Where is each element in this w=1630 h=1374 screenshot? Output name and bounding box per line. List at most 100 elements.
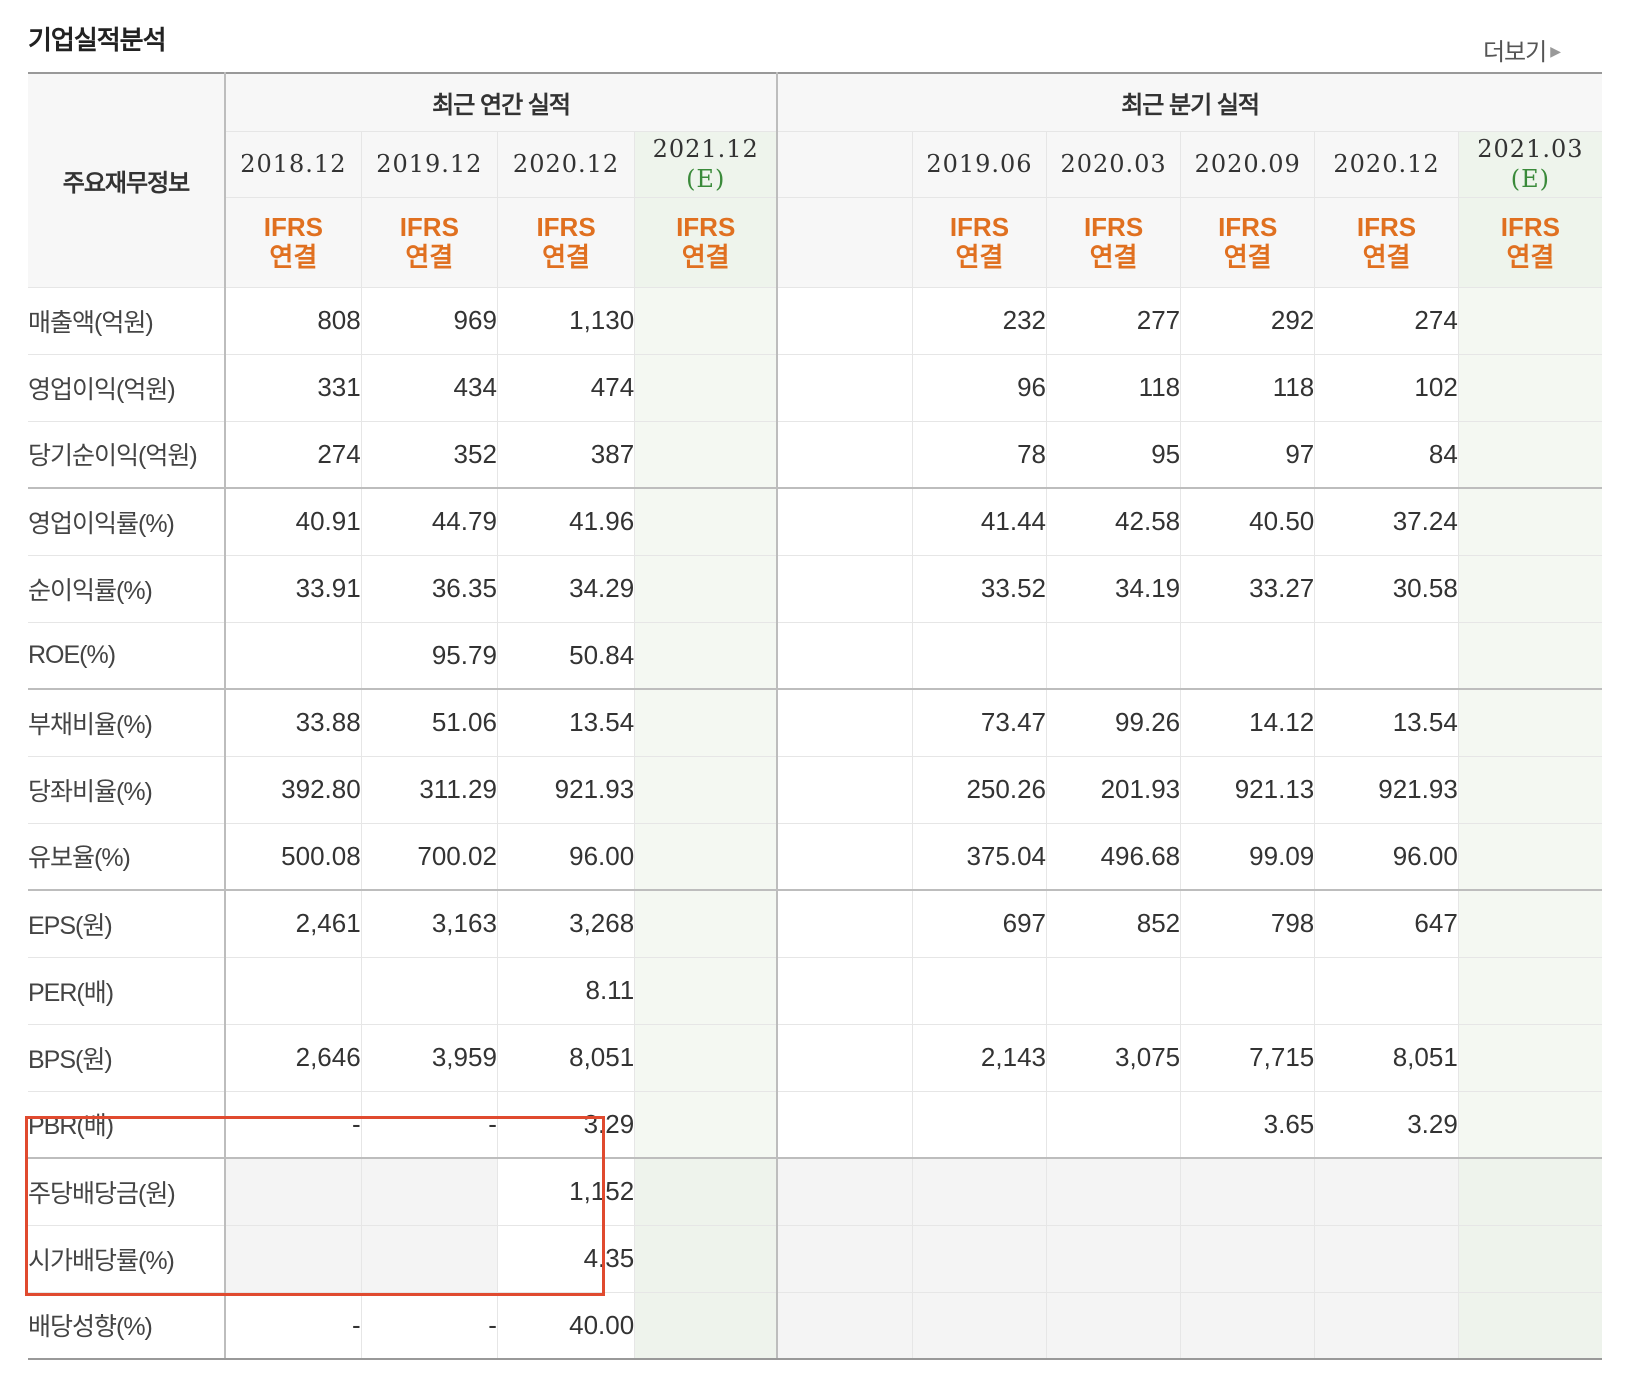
quarter-ifrs-header: IFRS 연결 [912, 197, 1048, 288]
more-link[interactable]: 더보기 ▶ [1482, 32, 1561, 67]
quarter-value-cell: 852 [1046, 890, 1182, 958]
quarter-value-cell [912, 622, 1048, 690]
quarter-value-cell [912, 957, 1048, 1025]
quarter-value-cell [777, 890, 913, 958]
annual-value-cell: 434 [361, 354, 498, 422]
row-label: PER(배) [28, 957, 226, 1025]
quarter-value-cell [1046, 622, 1182, 690]
quarter-value-cell [1180, 1292, 1316, 1360]
period-label: 2020.03 [1060, 150, 1167, 178]
quarter-period-header: 2020.12 [1314, 131, 1459, 198]
quarter-value-cell [1458, 421, 1602, 489]
ifrs-label: IFRS [1500, 212, 1561, 242]
period-label: 2020.12 [512, 150, 620, 178]
quarter-value-cell [1458, 756, 1602, 824]
table-row: ROE(%) 95.79 50.84 [28, 622, 1602, 690]
row-label: BPS(원) [28, 1024, 226, 1092]
annual-value-cell: 40.00 [497, 1292, 636, 1360]
period-label: 2019.06 [926, 150, 1033, 178]
quarter-value-cell: 201.93 [1046, 756, 1182, 824]
annual-value-cell [224, 1225, 362, 1293]
annual-group-header: 최근 연간 실적 [224, 72, 779, 132]
annual-value-cell [634, 890, 779, 958]
quarter-value-cell: 277 [1046, 287, 1182, 355]
quarter-value-cell [1458, 1024, 1602, 1092]
annual-value-cell [634, 287, 779, 355]
quarter-value-cell: 13.54 [1314, 689, 1459, 757]
quarter-ifrs-header: IFRS 연결 [1046, 197, 1182, 288]
quarter-period-header: 2019.06 [912, 131, 1048, 198]
row-label: 배당성향(%) [28, 1292, 226, 1360]
quarter-value-cell: 96 [912, 354, 1048, 422]
annual-value-cell: 474 [497, 354, 636, 422]
quarter-value-cell [1314, 1158, 1459, 1226]
annual-ifrs-header: IFRS 연결 [224, 197, 362, 288]
quarter-value-cell: 33.27 [1180, 555, 1316, 623]
quarter-value-cell: 99.26 [1046, 689, 1182, 757]
annual-ifrs-header: IFRS 연결 [361, 197, 498, 288]
quarter-value-cell [1458, 1158, 1602, 1226]
annual-value-cell: 2,461 [224, 890, 362, 958]
quarter-value-cell: 274 [1314, 287, 1459, 355]
annual-value-cell: - [361, 1091, 498, 1159]
annual-period-header: 2019.12 [361, 131, 498, 198]
more-link-label: 더보기 [1482, 39, 1547, 66]
annual-value-cell: 33.88 [224, 689, 362, 757]
quarter-value-cell: 42.58 [1046, 488, 1182, 556]
quarter-value-cell: 41.44 [912, 488, 1048, 556]
consolidated-label: 연결 [1223, 242, 1272, 272]
annual-value-cell: 387 [497, 421, 636, 489]
annual-value-cell [634, 1024, 779, 1092]
corner-header: 주요재무정보 [28, 72, 226, 288]
quarter-value-cell [1458, 1225, 1602, 1293]
row-label: 주당배당금(원) [28, 1158, 226, 1226]
quarter-value-cell: 232 [912, 287, 1048, 355]
annual-value-cell: - [361, 1292, 498, 1360]
consolidated-label: 연결 [405, 242, 454, 272]
table-row: PBR(배) - -3.29 3.65 3.29 [28, 1091, 1602, 1159]
annual-value-cell: - [224, 1091, 362, 1159]
quarter-value-cell: 292 [1180, 287, 1316, 355]
quarter-value-cell: 96.00 [1314, 823, 1459, 891]
quarter-value-cell: 496.68 [1046, 823, 1182, 891]
quarter-value-cell: 97 [1180, 421, 1316, 489]
row-label: EPS(원) [28, 890, 226, 958]
table-row: EPS(원) 2,461 3,163 3,268 697 852 798 647 [28, 890, 1602, 958]
quarter-value-cell [1458, 1091, 1602, 1159]
quarter-value-cell: 37.24 [1314, 488, 1459, 556]
row-label: 당기순이익(억원) [28, 421, 226, 489]
annual-value-cell [361, 957, 498, 1025]
annual-ifrs-header: IFRS 연결 [634, 197, 779, 288]
quarter-value-cell [777, 287, 913, 355]
quarter-value-cell [1458, 689, 1602, 757]
quarter-value-cell: 30.58 [1314, 555, 1459, 623]
quarter-value-cell [777, 1158, 913, 1226]
estimate-mark: (E) [686, 165, 726, 193]
annual-value-cell: 1,130 [497, 287, 636, 355]
quarter-value-cell: 78 [912, 421, 1048, 489]
quarter-value-cell: 3,075 [1046, 1024, 1182, 1092]
annual-value-cell [361, 1225, 498, 1293]
quarter-value-cell: 2,143 [912, 1024, 1048, 1092]
annual-period-header: 2021.12 (E) [634, 131, 779, 198]
table-row: BPS(원) 2,646 3,959 8,051 2,143 3,075 7,715 8,05… [28, 1024, 1602, 1092]
quarter-value-cell [777, 555, 913, 623]
quarter-value-cell: 3.65 [1180, 1091, 1316, 1159]
quarter-value-cell [777, 421, 913, 489]
quarter-value-cell [777, 756, 913, 824]
quarter-value-cell: 14.12 [1180, 689, 1316, 757]
consolidated-label: 연결 [1362, 242, 1411, 272]
quarter-value-cell [777, 689, 913, 757]
annual-value-cell [634, 1225, 779, 1293]
quarter-ifrs-header: IFRS 연결 [1458, 197, 1602, 288]
annual-ifrs-header: IFRS 연결 [497, 197, 636, 288]
annual-value-cell: 3,163 [361, 890, 498, 958]
quarter-value-cell [1314, 957, 1459, 1025]
quarter-value-cell: 8,051 [1314, 1024, 1459, 1092]
row-label: 시가배당률(%) [28, 1225, 226, 1293]
annual-value-cell: 352 [361, 421, 498, 489]
row-label: ROE(%) [28, 622, 226, 690]
table-row: 배당성향(%) - -40.00 [28, 1292, 1602, 1360]
quarter-value-cell [1458, 823, 1602, 891]
annual-value-cell: 3,268 [497, 890, 636, 958]
